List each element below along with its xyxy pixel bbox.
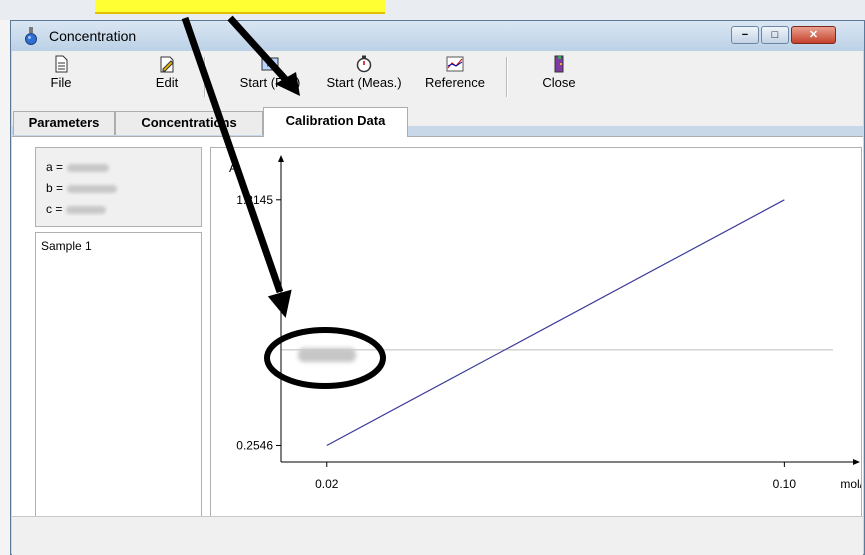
x-tick-label: 0.10 bbox=[773, 477, 797, 491]
start-file-button[interactable]: Start (File) bbox=[234, 53, 306, 99]
redacted-value bbox=[67, 184, 118, 193]
coefficient-b: b = bbox=[46, 181, 118, 195]
coefficients-box: a = b = c = bbox=[35, 147, 202, 227]
flask-icon bbox=[25, 27, 37, 45]
close-label: Close bbox=[542, 75, 576, 90]
tab-label: Calibration Data bbox=[285, 113, 386, 128]
title-bar[interactable]: Concentration − □ ✕ bbox=[11, 21, 864, 51]
edit-icon bbox=[160, 56, 174, 73]
calibration-chart: 1.2145 0.2546 0.02 0.10 mol/L A bbox=[229, 155, 861, 491]
close-door-icon bbox=[554, 55, 564, 73]
reference-chart-icon bbox=[446, 56, 464, 72]
tab-bar: Parameters Concentrations Calibration Da… bbox=[12, 107, 863, 137]
sample-list[interactable]: Sample 1 bbox=[35, 232, 202, 519]
edit-button[interactable]: Edit bbox=[142, 53, 192, 99]
reference-label: Reference bbox=[425, 75, 485, 90]
file-label: File bbox=[50, 75, 72, 90]
tab-calibration-data[interactable]: Calibration Data bbox=[263, 107, 408, 137]
x-axis-label: mol/L bbox=[840, 477, 861, 491]
calibration-plot: 1.2145 0.2546 0.02 0.10 mol/L A bbox=[210, 147, 862, 519]
list-item[interactable]: Sample 1 bbox=[41, 239, 92, 253]
start-meas-label: Start (Meas.) bbox=[326, 75, 402, 90]
y-tick-label: 1.2145 bbox=[236, 193, 273, 207]
tab-label: Parameters bbox=[28, 115, 100, 130]
coefficient-b-label: b = bbox=[46, 181, 64, 195]
window-title: Concentration bbox=[49, 28, 137, 44]
start-file-label: Start (File) bbox=[239, 75, 301, 90]
tab-concentrations[interactable]: Concentrations bbox=[115, 111, 263, 135]
y-axis-label: A bbox=[229, 161, 237, 175]
maximize-icon: □ bbox=[771, 29, 779, 41]
x-axis-arrow bbox=[853, 459, 860, 465]
highlight-banner bbox=[95, 0, 385, 14]
close-icon: ✕ bbox=[808, 29, 819, 41]
toolbar-separator bbox=[204, 57, 206, 97]
edit-label: Edit bbox=[155, 75, 179, 90]
tab-label: Concentrations bbox=[141, 115, 237, 130]
y-tick-label: 0.2546 bbox=[236, 438, 273, 452]
calibration-data-panel: a = b = c = Sample 1 1.2145 0.2546 0.02 0.1… bbox=[12, 136, 863, 519]
coefficient-c-label: c = bbox=[46, 202, 63, 216]
maximize-button[interactable]: □ bbox=[761, 26, 789, 44]
toolbar-separator bbox=[506, 57, 508, 97]
status-bar bbox=[12, 516, 863, 555]
x-tick-label: 0.02 bbox=[315, 477, 339, 491]
redacted-value bbox=[67, 163, 110, 172]
tab-parameters[interactable]: Parameters bbox=[13, 111, 115, 135]
minimize-icon: − bbox=[741, 29, 749, 41]
close-button[interactable]: Close bbox=[534, 53, 584, 99]
file-icon bbox=[55, 55, 68, 73]
file-button[interactable]: File bbox=[36, 53, 86, 99]
coefficient-c: c = bbox=[46, 202, 107, 216]
close-window-button[interactable]: ✕ bbox=[791, 26, 836, 44]
reference-button[interactable]: Reference bbox=[418, 53, 492, 99]
concentration-window: Concentration − □ ✕ File Edit Start (Fil… bbox=[10, 20, 865, 555]
stopwatch-icon bbox=[356, 55, 372, 73]
start-file-icon bbox=[261, 57, 279, 71]
coefficient-a-label: a = bbox=[46, 160, 64, 174]
redacted-value bbox=[66, 205, 107, 214]
calibration-line bbox=[326, 199, 785, 446]
y-axis-arrow bbox=[278, 155, 284, 162]
minimize-button[interactable]: − bbox=[731, 26, 759, 44]
start-meas-button[interactable]: Start (Meas.) bbox=[320, 53, 408, 99]
coefficient-a: a = bbox=[46, 160, 110, 174]
